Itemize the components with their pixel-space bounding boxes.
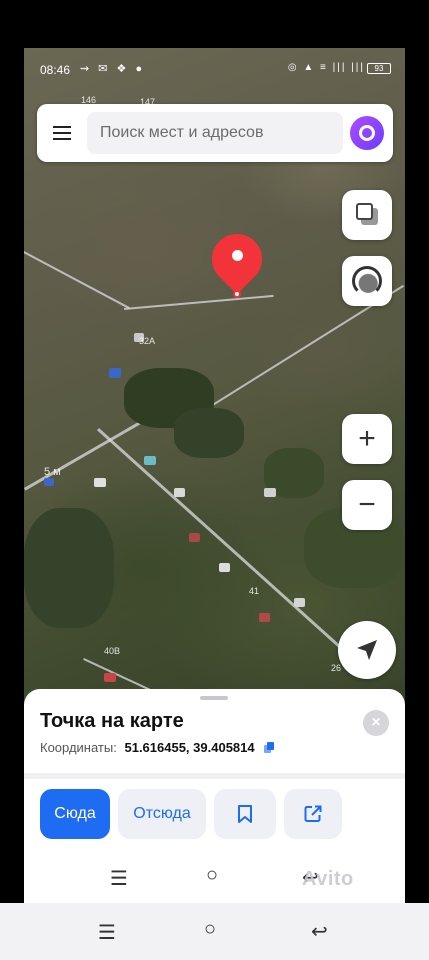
alice-icon	[359, 125, 375, 141]
map-house	[259, 613, 270, 622]
battery-icon: 93	[367, 63, 391, 74]
close-icon: ×	[371, 714, 381, 731]
home-icon[interactable]: ○	[204, 918, 216, 941]
layers-button[interactable]	[342, 190, 392, 240]
map-house	[104, 673, 116, 682]
signal-icons: ◎ ▲ ≡ ||| |||	[287, 62, 365, 73]
map-label: 32А	[139, 336, 156, 346]
menu-button[interactable]	[47, 118, 77, 148]
back-icon[interactable]: ↩	[311, 919, 328, 944]
notification-icons: ⇝ ✉ ❖ ●	[80, 63, 146, 75]
menu-icon	[53, 132, 71, 134]
bookmark-button[interactable]	[214, 789, 276, 839]
map-label: 5 м	[44, 466, 61, 478]
map-house	[109, 368, 121, 378]
coords-label: Координаты:	[40, 740, 117, 755]
search-placeholder: Поиск мест и адресов	[100, 124, 264, 141]
map-road	[24, 251, 130, 310]
home-icon[interactable]: ○	[206, 864, 218, 887]
system-navigation-bar: ☰ ○ ↩	[0, 903, 429, 960]
alice-voice-button[interactable]	[350, 116, 384, 150]
device-frame: 146 147 32А 5 м 40В 41 26 08:46 ⇝ ✉ ❖ ● …	[0, 0, 429, 960]
my-location-button[interactable]	[338, 621, 396, 679]
map-label: 40В	[104, 646, 121, 656]
drag-handle[interactable]	[200, 696, 228, 700]
route-here-button[interactable]: Сюда	[40, 789, 110, 839]
map-house	[219, 563, 230, 572]
divider	[24, 773, 405, 779]
map-label: 41	[249, 586, 260, 596]
share-button[interactable]	[284, 789, 342, 839]
zoom-out-button[interactable]: −	[342, 480, 392, 530]
inner-navigation-bar: ☰ ○ ↩ Avito	[24, 853, 405, 903]
speedometer-button[interactable]	[342, 256, 392, 306]
status-bar: 08:46 ⇝ ✉ ❖ ● ◎ ▲ ≡ ||| ||| 93	[24, 48, 405, 88]
speedometer-icon	[352, 266, 382, 296]
share-icon	[304, 805, 322, 822]
bookmark-icon	[238, 805, 252, 823]
coordinates-row: Координаты: 51.616455, 39.405814	[40, 740, 275, 755]
map-house	[294, 598, 305, 607]
map-label: 26	[331, 663, 342, 673]
map-house	[189, 533, 200, 542]
menu-icon	[53, 126, 71, 128]
menu-icon	[53, 138, 71, 140]
map-house	[94, 478, 106, 487]
coords-value[interactable]: 51.616455, 39.405814	[124, 740, 254, 755]
map-house	[44, 478, 54, 486]
map-house	[174, 488, 185, 497]
recent-apps-icon[interactable]: ☰	[110, 866, 128, 891]
map-trees	[24, 508, 114, 628]
status-time: 08:46	[40, 63, 71, 77]
navigation-arrow-icon	[357, 640, 377, 660]
copy-icon[interactable]	[264, 742, 275, 753]
search-input[interactable]: Поиск мест и адресов	[87, 112, 343, 154]
map-pin[interactable]	[201, 223, 273, 298]
phone-screen: 146 147 32А 5 м 40В 41 26 08:46 ⇝ ✉ ❖ ● …	[24, 48, 405, 903]
recent-apps-icon[interactable]: ☰	[98, 920, 116, 945]
map-trees	[174, 408, 244, 458]
layers-icon	[356, 203, 373, 220]
pin-dot	[232, 250, 243, 261]
pin-location-point	[233, 290, 241, 298]
plus-icon: +	[358, 422, 376, 455]
place-title: Точка на карте	[40, 710, 184, 732]
search-bar: Поиск мест и адресов	[37, 104, 393, 162]
zoom-in-button[interactable]: +	[342, 414, 392, 464]
minus-icon: −	[358, 488, 376, 521]
route-from-button[interactable]: Отсюда	[118, 789, 206, 839]
map-house	[264, 488, 276, 497]
close-button[interactable]: ×	[363, 710, 389, 736]
avito-watermark: Avito	[302, 868, 354, 890]
map-house	[144, 456, 156, 465]
